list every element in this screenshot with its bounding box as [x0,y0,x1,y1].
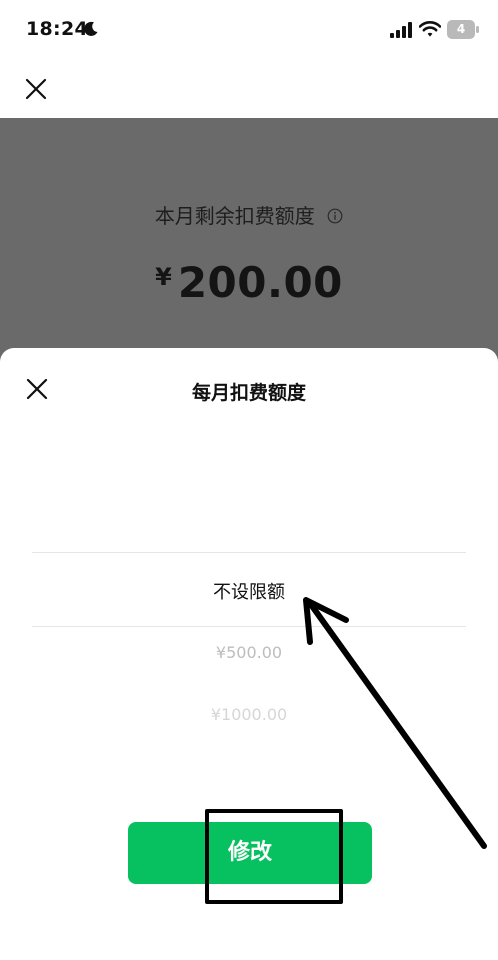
remaining-quota-text: 本月剩余扣费额度 [154,204,315,228]
picker-option[interactable]: ¥500.00 [0,643,498,662]
battery-icon: 4 [447,20,479,39]
monthly-quota-sheet: 每月扣费额度 不设限额 ¥500.00 ¥1000.00 修改 [0,348,498,960]
info-icon[interactable] [327,208,343,224]
moon-icon [84,21,98,36]
page-header [0,60,498,118]
signal-icon [390,22,412,38]
picker-divider-top [32,552,466,553]
modify-button-label: 修改 [227,840,272,865]
amount-value: 200.00 [177,258,343,307]
picker-divider-bottom [32,626,466,627]
currency-symbol: ¥ [155,263,172,291]
close-icon[interactable] [24,77,48,101]
sheet-title: 每月扣费额度 [191,382,306,404]
wifi-icon [419,21,441,37]
battery-level: 4 [456,22,466,36]
picker-option-selected[interactable]: 不设限额 [0,578,498,604]
remaining-amount: ¥200.00 [0,258,498,307]
picker-option[interactable]: ¥1000.00 [0,705,498,724]
remaining-quota-label: 本月剩余扣费额度 [0,200,498,229]
modify-button[interactable]: 修改 [128,822,372,884]
status-bar: 18:24 4 [0,0,498,60]
status-time: 18:24 [26,18,88,40]
